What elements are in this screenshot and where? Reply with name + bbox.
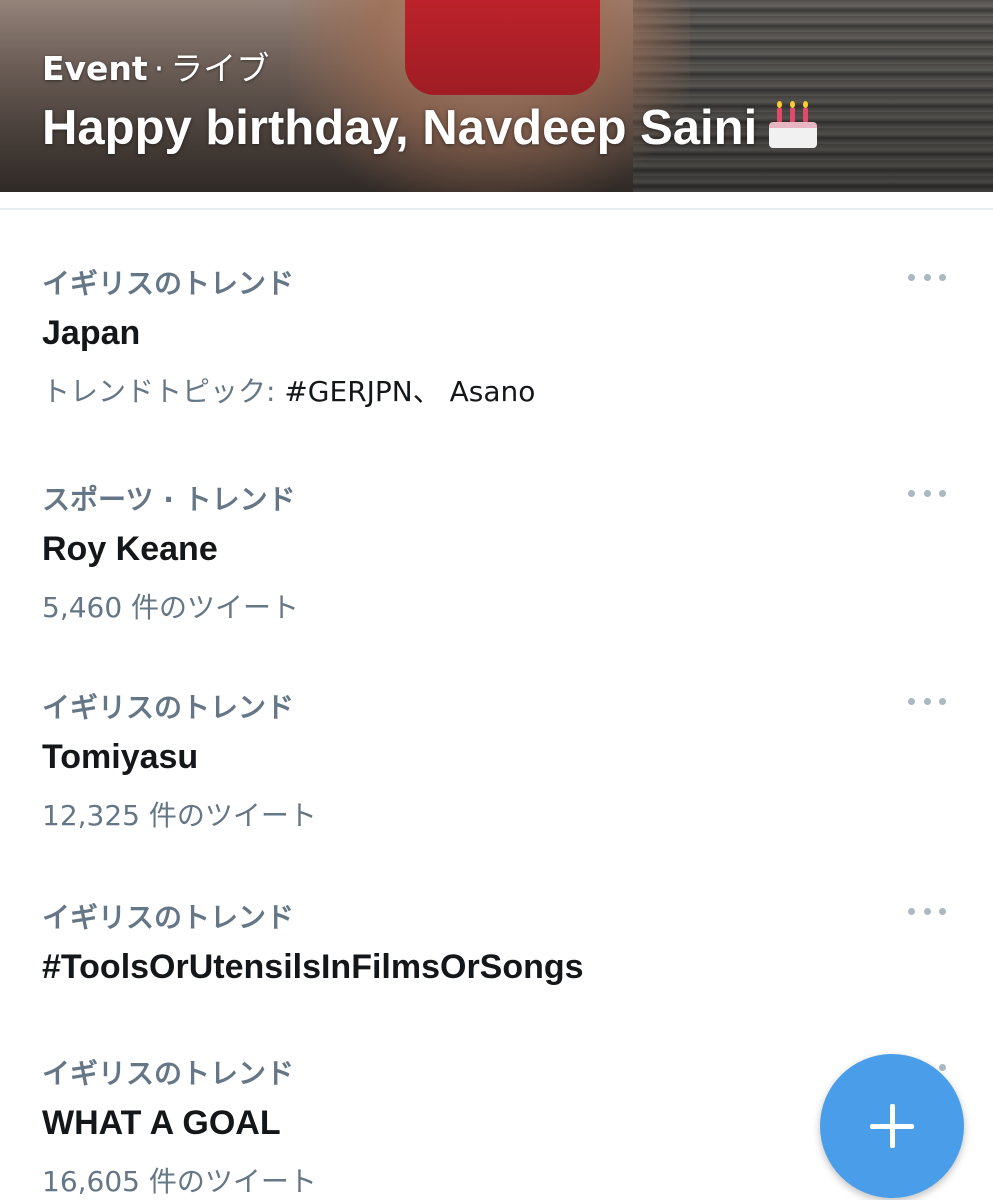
- trend-meta: トレンドトピック: #GERJPN、 Asano: [42, 370, 535, 410]
- event-title-text: Happy birthday, Navdeep Saini: [42, 101, 758, 155]
- event-status: ライブ: [170, 49, 270, 88]
- event-banner[interactable]: Event · ライブ Happy birthday, Navdeep Saini: [0, 0, 993, 192]
- trend-context: イギリスのトレンド: [42, 901, 295, 934]
- more-icon[interactable]: [902, 478, 952, 508]
- trend-name: Japan: [42, 314, 141, 352]
- trend-meta-label: トレンドトピック:: [42, 375, 285, 408]
- more-icon[interactable]: [902, 896, 952, 926]
- trend-name: Roy Keane: [42, 530, 218, 568]
- event-category: Event: [42, 49, 148, 88]
- compose-button[interactable]: [820, 1054, 964, 1198]
- section-divider: [0, 208, 993, 210]
- trend-context: イギリスのトレンド: [42, 691, 295, 724]
- more-icon[interactable]: [902, 686, 952, 716]
- trend-name: #ToolsOrUtensilsInFilmsOrSongs: [42, 948, 584, 986]
- event-title: Happy birthday, Navdeep Saini: [42, 100, 819, 156]
- trend-context: イギリスのトレンド: [42, 267, 295, 300]
- trend-name: Tomiyasu: [42, 738, 199, 776]
- trend-context: スポーツ · トレンド: [42, 483, 296, 516]
- trend-name: WHAT A GOAL: [42, 1104, 281, 1142]
- birthday-cake-icon: [767, 100, 819, 150]
- trend-tweet-count: 12,325 件のツイート: [42, 799, 317, 832]
- trend-tweet-count: 16,605 件のツイート: [42, 1165, 317, 1198]
- trend-topics: #GERJPN、 Asano: [284, 375, 536, 408]
- trend-context: イギリスのトレンド: [42, 1057, 295, 1090]
- more-icon[interactable]: [902, 262, 952, 292]
- trend-tweet-count: 5,460 件のツイート: [42, 591, 300, 624]
- event-separator: ·: [153, 49, 165, 88]
- event-label: Event · ライブ: [42, 42, 269, 90]
- banner-overlay: [0, 0, 993, 192]
